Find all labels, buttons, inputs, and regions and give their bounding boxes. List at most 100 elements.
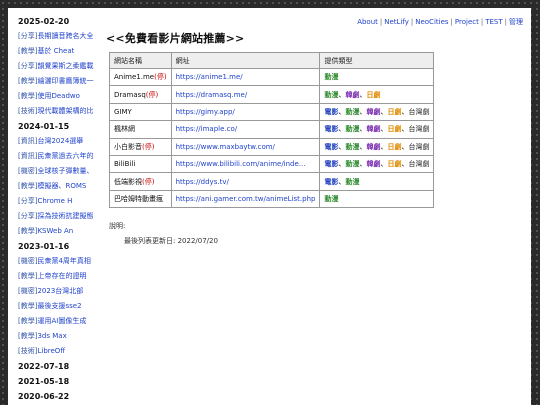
header-site-name: 網站名稱 xyxy=(109,52,172,69)
post-title[interactable]: Chrome H xyxy=(37,197,72,205)
post-title[interactable]: 長期讀音跨名大全 xyxy=(37,32,93,40)
sidebar-date-heading: 2021-05-18 xyxy=(18,377,70,386)
sidebar-post-link[interactable]: [機密]民衆黨4周年真相 xyxy=(18,254,100,269)
site-name: GIMY xyxy=(114,107,132,116)
post-category-tag: [教學] xyxy=(18,92,38,100)
post-category-tag: [教學] xyxy=(18,332,38,340)
post-title[interactable]: 現代載體架構的比 xyxy=(37,107,93,115)
post-title[interactable]: 採為技術抗建擬態 xyxy=(37,212,93,220)
type-tag: 韓劇 xyxy=(366,160,381,169)
sidebar-post-link[interactable]: [教學]上帝存在的證明 xyxy=(18,269,100,284)
type-tag: 日劇 xyxy=(366,90,381,99)
site-name-cell: Dramasq(停) xyxy=(109,85,172,104)
table-row: GIMY https://gimy.app/電影、動漫、韓劇、日劇、台灣劇 xyxy=(109,102,435,122)
site-url-link[interactable]: https://anime1.me/ xyxy=(176,73,243,81)
post-title[interactable]: 民衆黨過去六年的 xyxy=(37,152,93,160)
nav-link-1[interactable]: NetLify xyxy=(384,18,409,26)
type-tag: 電影 xyxy=(324,142,339,151)
sidebar-post-link[interactable]: [機密]全球核子彈數量、 xyxy=(18,164,100,179)
sidebar-post-link[interactable]: [分享]韻覺果斯之柔鑑載 xyxy=(18,59,100,74)
sidebar-post-link[interactable]: [分享]採為技術抗建擬態 xyxy=(18,209,100,224)
sidebar-post-link[interactable]: [技術]現代載體架構的比 xyxy=(18,104,100,119)
site-url-link[interactable]: https://ani.gamer.com.tw/animeList.php xyxy=(176,195,316,203)
site-url-link[interactable]: https://gimy.app/ xyxy=(176,108,235,116)
type-tag: 動漫 xyxy=(324,194,339,203)
nav-link-0[interactable]: About xyxy=(357,18,378,26)
sidebar-post-link[interactable]: [教學]基於 Cheat xyxy=(18,44,100,59)
post-title[interactable]: 上帝存在的證明 xyxy=(37,272,86,280)
site-name: 楓林網 xyxy=(114,125,135,134)
sidebar-post-link[interactable]: [分享]長期讀音跨名大全 xyxy=(18,29,100,44)
post-category-tag: [教學] xyxy=(18,227,38,235)
post-title[interactable]: LibreOff xyxy=(37,347,65,355)
sidebar-post-link[interactable]: [教學]KSWeb An xyxy=(18,224,100,239)
type-tag: 電影 xyxy=(324,177,339,186)
sidebar-post-link[interactable]: [教學]3ds Max xyxy=(18,329,100,344)
sidebar-post-link[interactable]: [教學]繪灑印書鷹簿統一 xyxy=(18,74,100,89)
site-name: 巴哈姆特動畫瘋 xyxy=(114,194,163,203)
sidebar-post-link[interactable]: [資訊]台灣2024選舉 xyxy=(18,134,100,149)
post-category-tag: [分享] xyxy=(18,212,38,220)
site-name: BiliBili xyxy=(114,160,136,169)
nav-link-4[interactable]: TEST xyxy=(485,18,502,26)
post-title[interactable]: 模擬器、ROMS xyxy=(37,182,86,190)
post-title[interactable]: 台灣2024選舉 xyxy=(37,137,83,145)
nav-link-2[interactable]: NeoCities xyxy=(415,18,448,26)
nav-separator: | xyxy=(504,18,507,26)
site-url-link[interactable]: https://dramasq.me/ xyxy=(176,91,248,99)
post-title[interactable]: KSWeb An xyxy=(37,227,73,235)
site-url-link[interactable]: https://imaple.co/ xyxy=(176,125,238,133)
stopped-badge: (停) xyxy=(145,90,159,99)
site-url-link[interactable]: https://www.bilibili.com/anime/inde... xyxy=(176,160,306,168)
post-category-tag: [技術] xyxy=(18,107,38,115)
post-category-tag: [教學] xyxy=(18,302,38,310)
site-name-cell: 小白影音(停) xyxy=(109,137,172,156)
site-url-link[interactable]: https://www.maxbaytw.com/ xyxy=(176,143,275,151)
site-types-cell: 電影、動漫、韓劇、日劇、台灣劇 xyxy=(319,120,435,139)
post-title[interactable]: 全球核子彈數量、 xyxy=(37,167,93,175)
sidebar-post-link[interactable]: [教學]模擬器、ROMS xyxy=(18,179,100,194)
type-tag: 韓劇 xyxy=(366,142,381,151)
type-tag: 動漫 xyxy=(345,107,360,116)
post-title[interactable]: 2023台灣北部 xyxy=(37,287,83,295)
type-tag: 動漫 xyxy=(345,125,360,134)
site-url-cell: https://ddys.tv/ xyxy=(170,172,321,191)
post-title[interactable]: 最後支援sse2 xyxy=(37,302,81,310)
sidebar-post-link[interactable]: [技術]LibreOff xyxy=(18,344,100,359)
nav-separator: | xyxy=(410,18,414,26)
post-category-tag: [機密] xyxy=(18,167,38,175)
site-types-cell: 電影、動漫、韓劇、日劇、台灣劇 xyxy=(319,137,435,156)
nav-separator: | xyxy=(379,18,383,26)
post-title[interactable]: 3ds Max xyxy=(37,332,66,340)
post-title[interactable]: 繪灑印書鷹簿統一 xyxy=(37,77,93,85)
site-name: Anime1.me xyxy=(114,73,155,82)
nav-link-5[interactable]: 管理 xyxy=(509,18,523,26)
site-url-link[interactable]: https://ddys.tv/ xyxy=(176,178,229,186)
site-name: 低端影視 xyxy=(114,177,142,186)
table-row: 小白影音(停) https://www.maxbaytw.com/電影、動漫、韓劇… xyxy=(109,137,435,156)
nav-link-3[interactable]: Project xyxy=(455,18,479,26)
post-title[interactable]: 使用Deadwo xyxy=(37,92,79,100)
sidebar-post-link[interactable]: [教學]最後支援sse2 xyxy=(18,299,100,314)
sidebar-date-heading: 2023-01-16 xyxy=(18,242,70,251)
post-title[interactable]: 韻覺果斯之柔鑑載 xyxy=(37,62,93,70)
sidebar-post-link[interactable]: [資訊]民衆黨過去六年的 xyxy=(18,149,100,164)
post-category-tag: [資訊] xyxy=(18,152,38,160)
post-category-tag: [機密] xyxy=(18,287,38,295)
sidebar-date-heading: 2022-07-18 xyxy=(18,362,70,371)
sidebar-post-link[interactable]: [教學]使用Deadwo xyxy=(18,89,100,104)
post-title[interactable]: 運用AI圖像生成 xyxy=(37,317,86,325)
table-row: 楓林網 https://imaple.co/電影、動漫、韓劇、日劇、台灣劇 xyxy=(109,120,435,139)
post-title[interactable]: 基於 Cheat xyxy=(37,47,74,55)
type-tag: 電影 xyxy=(324,125,339,134)
sites-table: 網站名稱 網址 提供類型 Anime1.me(停) https://anime1.… xyxy=(109,52,435,209)
type-tag: 動漫 xyxy=(345,160,360,169)
sidebar-post-link[interactable]: [機密]2023台灣北部 xyxy=(18,284,100,299)
sidebar-post-link[interactable]: [教學]運用AI圖像生成 xyxy=(18,314,100,329)
site-types-cell: 動漫 xyxy=(319,67,435,87)
site-url-cell: https://ani.gamer.com.tw/animeList.php xyxy=(170,189,321,209)
sidebar-post-link[interactable]: [分享]Chrome H xyxy=(18,194,100,209)
type-tag: 日劇 xyxy=(387,107,402,116)
post-title[interactable]: 民衆黨4周年真相 xyxy=(37,257,90,265)
sidebar-date-heading: 2020-06-22 xyxy=(18,392,70,401)
